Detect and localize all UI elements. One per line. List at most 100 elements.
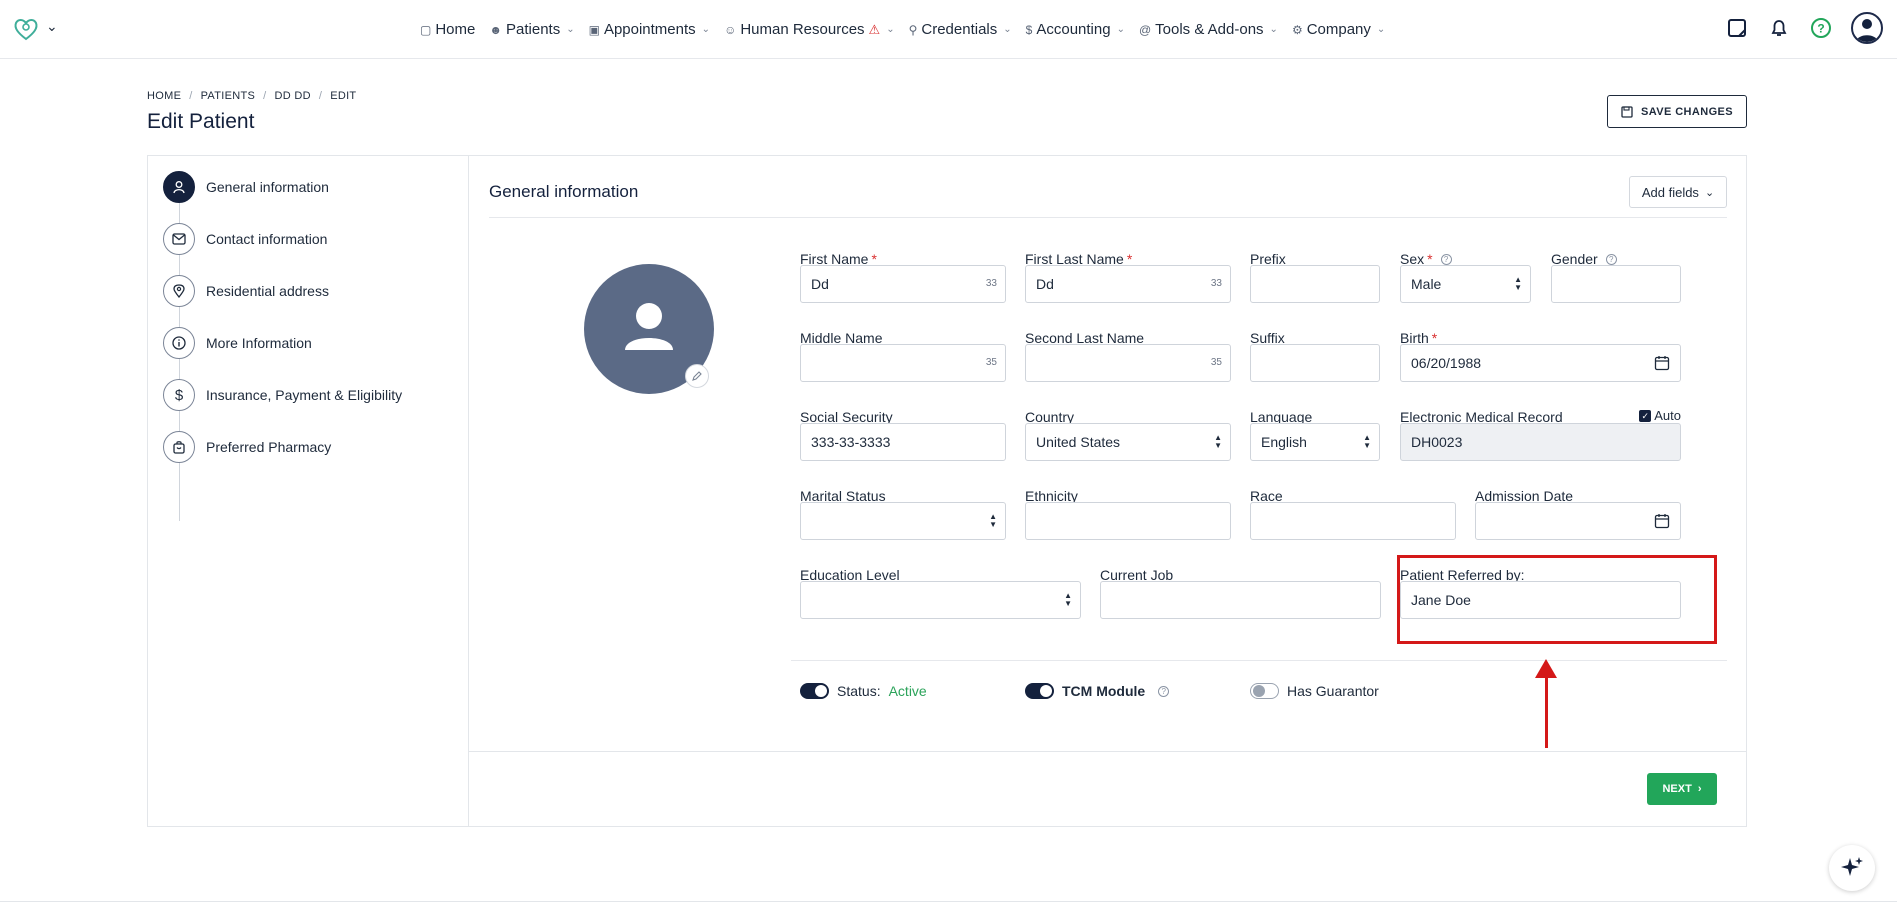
svg-text:?: ?	[1817, 22, 1824, 36]
breadcrumb-home[interactable]: HOME	[147, 90, 181, 102]
nav-tools-label: Tools & Add-ons	[1155, 21, 1264, 38]
step-label: Preferred Pharmacy	[206, 439, 332, 455]
marital-status-select[interactable]: ▲ ▼	[800, 502, 1006, 540]
pencil-icon	[692, 371, 702, 381]
help-icon[interactable]: ?	[1605, 253, 1617, 265]
step-more-information[interactable]: More Information	[163, 327, 312, 359]
middle-name-input[interactable]: 35	[800, 344, 1006, 382]
breadcrumb-patient[interactable]: DD DD	[274, 90, 310, 102]
chevron-down-icon: ⌄	[566, 24, 575, 35]
step-contact-information[interactable]: Contact information	[163, 223, 327, 255]
first-last-name-field: First Last Name * Dd 33	[1025, 250, 1231, 306]
next-button[interactable]: NEXT ›	[1647, 773, 1717, 805]
help-icon[interactable]: ?	[1809, 16, 1833, 40]
warning-icon: ⚠	[868, 21, 881, 37]
step-insurance-payment[interactable]: $ Insurance, Payment & Eligibility	[163, 379, 402, 411]
gender-input[interactable]	[1551, 265, 1681, 303]
race-input[interactable]	[1250, 502, 1456, 540]
ethnicity-field: Ethnicity	[1025, 487, 1231, 543]
input-value: 06/20/1988	[1411, 355, 1482, 371]
nav-credentials[interactable]: ⚲ Credentials ⌄	[909, 21, 1012, 38]
save-icon	[1621, 105, 1633, 118]
emr-input[interactable]: DH0023	[1400, 423, 1681, 461]
ethnicity-input[interactable]	[1025, 502, 1231, 540]
add-fields-label: Add fields	[1641, 184, 1699, 200]
dollar-icon: $	[1025, 22, 1033, 37]
prefix-input[interactable]	[1250, 265, 1380, 303]
sex-select[interactable]: Male ▲ ▼	[1400, 265, 1531, 303]
user-avatar[interactable]	[1851, 12, 1883, 44]
admission-date-field: Admission Date	[1475, 487, 1681, 543]
toggle-knob	[815, 685, 827, 697]
divider	[791, 660, 1727, 661]
dollar-icon: $	[163, 379, 195, 411]
help-icon[interactable]: ?	[1440, 253, 1452, 265]
admission-date-input[interactable]	[1475, 502, 1681, 540]
nav-accounting[interactable]: $ Accounting ⌄	[1026, 21, 1125, 38]
help-icon[interactable]: ?	[1158, 685, 1170, 697]
step-residential-address[interactable]: Residential address	[163, 275, 329, 307]
chevron-down-icon: ⌄	[1269, 24, 1278, 35]
main-form-panel: General information Add fields ⌄ First N…	[469, 156, 1746, 826]
step-label: General information	[206, 179, 329, 195]
ai-assistant-button[interactable]	[1829, 845, 1875, 891]
nav-patients[interactable]: ☻ Patients ⌄	[489, 21, 574, 38]
monitor-icon: ▢	[420, 22, 432, 37]
save-changes-button[interactable]: SAVE CHANGES	[1607, 95, 1747, 128]
page-title: Edit Patient	[147, 110, 255, 133]
char-counter: 33	[1210, 278, 1222, 289]
section-title: General information	[489, 182, 639, 201]
nav-company[interactable]: ⚙ Company ⌄	[1292, 21, 1385, 38]
edit-photo-button[interactable]	[685, 364, 709, 388]
breadcrumb-separator: /	[318, 90, 323, 102]
education-level-select[interactable]: ▲ ▼	[800, 581, 1081, 619]
language-select[interactable]: English ▲ ▼	[1250, 423, 1380, 461]
social-security-input[interactable]: 333-33-3333	[800, 423, 1006, 461]
first-last-name-input[interactable]: Dd 33	[1025, 265, 1231, 303]
birth-date-input[interactable]: 06/20/1988	[1400, 344, 1681, 382]
add-fields-button[interactable]: Add fields ⌄	[1629, 176, 1727, 208]
guarantor-label: Has Guarantor	[1287, 683, 1379, 699]
birth-field: Birth * 06/20/1988	[1400, 329, 1681, 385]
calendar-icon[interactable]	[1654, 513, 1670, 529]
status-toggle-row: Status: Active	[800, 683, 927, 699]
nav-company-label: Company	[1306, 21, 1371, 38]
emr-field: Electronic Medical Record ✓ Auto DH0023	[1400, 408, 1681, 464]
select-arrow-icon: ▲ ▼	[1214, 433, 1222, 450]
select-value: United States	[1036, 434, 1121, 450]
nav-human-resources[interactable]: ☺ Human Resources ⚠ ⌄	[724, 21, 895, 38]
logo-chevron-down-icon[interactable]: ⌄	[46, 18, 58, 35]
select-value: English	[1261, 434, 1307, 450]
second-last-name-input[interactable]: 35	[1025, 344, 1231, 382]
country-select[interactable]: United States ▲ ▼	[1025, 423, 1231, 461]
step-general-information[interactable]: General information	[163, 171, 329, 203]
prefix-field: Prefix	[1250, 250, 1380, 306]
sparkle-icon	[1841, 857, 1863, 876]
breadcrumb-patients[interactable]: PATIENTS	[201, 90, 256, 102]
calendar-icon[interactable]	[1654, 355, 1670, 371]
input-value: Dd	[1036, 276, 1054, 292]
nav-appointments[interactable]: ▣ Appointments ⌄	[589, 21, 710, 38]
auto-checkbox[interactable]: ✓ Auto	[1639, 408, 1681, 423]
notes-icon[interactable]	[1725, 16, 1749, 40]
current-job-input[interactable]	[1100, 581, 1381, 619]
step-preferred-pharmacy[interactable]: Preferred Pharmacy	[163, 431, 331, 463]
tcm-module-toggle[interactable]	[1025, 683, 1054, 699]
chevron-down-icon: ⌄	[1003, 24, 1012, 35]
logo-icon[interactable]	[12, 17, 40, 41]
step-label: Contact information	[206, 231, 328, 247]
nav-human-resources-label: Human Resources	[740, 21, 865, 38]
first-name-input[interactable]: Dd 33	[800, 265, 1006, 303]
char-counter: 35	[1210, 357, 1222, 368]
has-guarantor-toggle[interactable]	[1250, 683, 1279, 699]
status-toggle[interactable]	[800, 683, 829, 699]
bell-icon[interactable]	[1767, 16, 1791, 40]
sex-field: Sex *? Male ▲ ▼	[1400, 250, 1531, 306]
info-icon	[163, 327, 195, 359]
nav-tools[interactable]: @ Tools & Add-ons ⌄	[1139, 21, 1278, 38]
at-icon: @	[1138, 22, 1152, 37]
second-last-name-field: Second Last Name 35	[1025, 329, 1231, 385]
suffix-input[interactable]	[1250, 344, 1380, 382]
tcm-toggle-row: TCM Module ?	[1025, 683, 1170, 699]
nav-home[interactable]: ▢ Home	[420, 21, 475, 38]
